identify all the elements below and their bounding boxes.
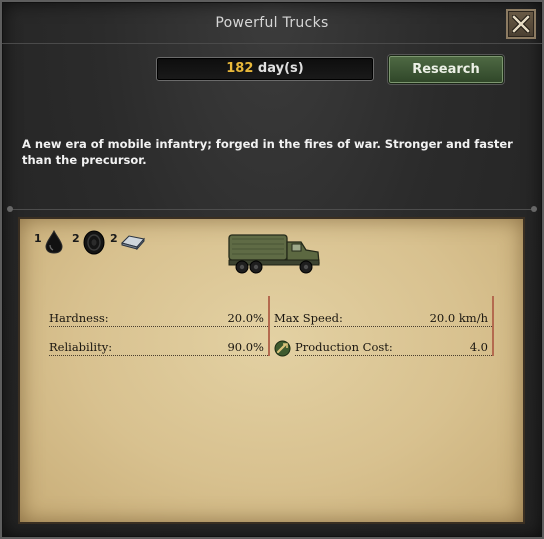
- resource-rubber-count: 2: [72, 232, 80, 245]
- stat-label-max-speed: Max Speed:: [274, 311, 343, 325]
- oil-drop-icon: [45, 230, 63, 254]
- research-days-value: 182: [226, 61, 254, 76]
- production-cost-icon: [274, 340, 291, 357]
- window-title: Powerful Trucks: [215, 15, 329, 31]
- stat-row-reliability: Reliability: 90.0%: [49, 340, 268, 356]
- stat-value-reliability: 90.0%: [227, 340, 264, 354]
- rubber-tire-icon: [83, 230, 105, 255]
- resource-steel-count: 2: [110, 232, 118, 245]
- army-truck-icon: [228, 234, 320, 274]
- stat-value-production-cost: 4.0: [469, 340, 488, 354]
- stat-value-hardness: 20.0%: [227, 311, 264, 325]
- research-button[interactable]: Research: [388, 55, 504, 84]
- tech-description: A new era of mobile infantry; forged in …: [22, 137, 513, 167]
- research-time-display: 182 day(s): [156, 57, 374, 81]
- stats-column-divider-middle: [268, 296, 270, 356]
- divider-rivet-right: [531, 206, 537, 212]
- stat-row-production-cost: Production Cost: 4.0: [295, 340, 492, 356]
- stat-row-max-speed: Max Speed: 20.0 km/h: [274, 311, 492, 327]
- section-divider: [8, 209, 536, 210]
- close-button[interactable]: [506, 9, 536, 39]
- stat-label-production-cost: Production Cost:: [295, 340, 393, 354]
- resource-oil-count: 1: [34, 232, 42, 245]
- stat-row-hardness: Hardness: 20.0%: [49, 311, 268, 327]
- stats-column-divider-right: [492, 296, 494, 356]
- stat-label-reliability: Reliability:: [49, 340, 113, 354]
- close-icon: [512, 15, 530, 33]
- title-bar: Powerful Trucks: [2, 2, 542, 44]
- divider-rivet-left: [7, 206, 13, 212]
- steel-ingot-icon: [121, 235, 145, 250]
- stat-value-max-speed: 20.0 km/h: [429, 311, 488, 325]
- stat-label-hardness: Hardness:: [49, 311, 109, 325]
- research-days-unit: day(s): [253, 61, 304, 76]
